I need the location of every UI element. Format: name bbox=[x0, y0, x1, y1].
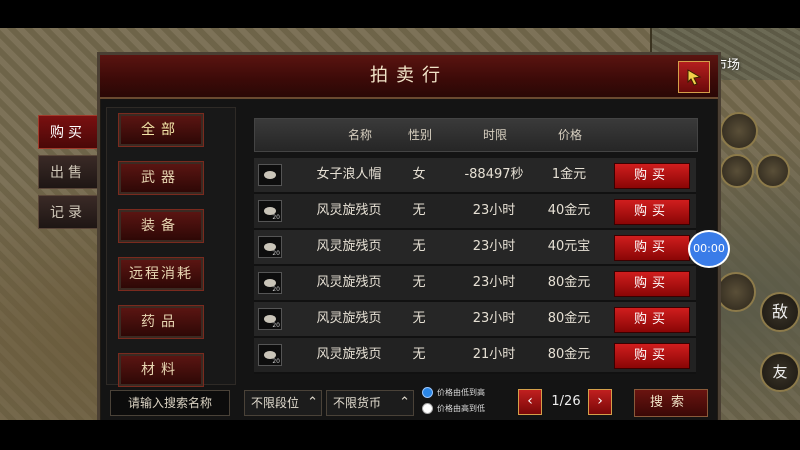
table-row: 20 风灵旋残页 无 23小时 40元宝 购买 bbox=[254, 230, 696, 266]
category-ranged-consumables[interactable]: 远程消耗 bbox=[118, 257, 204, 291]
table-header: 名称 性别 时限 价格 bbox=[254, 118, 698, 152]
item-gender: 无 bbox=[412, 203, 426, 218]
item-name: 风灵旋残页 bbox=[316, 239, 382, 254]
tab-sell[interactable]: 出售 bbox=[38, 155, 98, 189]
sort-price-ascending[interactable]: 价格由低到高 bbox=[422, 387, 485, 398]
item-icon[interactable] bbox=[258, 164, 282, 186]
table-row: 20 风灵旋残页 无 23小时 80金元 购买 bbox=[254, 266, 696, 302]
radio-selected-icon bbox=[422, 387, 433, 398]
item-gender: 无 bbox=[412, 239, 426, 254]
listing-table: 名称 性别 时限 价格 女子浪人帽女 -88497秒 1金元 购买 20 风灵旋残页无 23… bbox=[248, 115, 700, 377]
category-materials[interactable]: 材料 bbox=[118, 353, 204, 387]
table-row: 女子浪人帽 女 -88497秒 1金元 购买 bbox=[254, 158, 696, 194]
item-name: 风灵旋残页 bbox=[316, 203, 382, 218]
buy-button[interactable]: 购买 bbox=[614, 199, 690, 225]
buy-button[interactable]: 购买 bbox=[614, 271, 690, 297]
chevron-updown-icon: ⌃ bbox=[399, 395, 410, 410]
tab-buy[interactable]: 购买 bbox=[38, 115, 98, 149]
currency-filter-dropdown[interactable]: 不限货币 ⌃ bbox=[326, 390, 414, 416]
search-input[interactable] bbox=[110, 390, 230, 416]
item-quantity: 20 bbox=[272, 214, 280, 221]
close-icon bbox=[687, 69, 702, 86]
auction-house-panel: 拍卖行 全部 武器 装备 远程消耗 药品 材料 名称 性别 时限 价格 女子浪人… bbox=[97, 52, 721, 426]
sort-price-descending[interactable]: 价格由高到低 bbox=[422, 403, 485, 414]
letterbox-bottom bbox=[0, 420, 800, 450]
item-price: 40元宝 bbox=[547, 239, 591, 254]
table-row: 20 风灵旋残页 无 21小时 80金元 购买 bbox=[254, 338, 696, 374]
item-quantity: 20 bbox=[272, 358, 280, 365]
hat-icon bbox=[264, 171, 276, 179]
enemy-target-button[interactable]: 敌 bbox=[760, 292, 800, 332]
letterbox-top bbox=[0, 0, 800, 28]
table-row: 20 风灵旋残页 无 23小时 40金元 购买 bbox=[254, 194, 696, 230]
item-icon[interactable]: 20 bbox=[258, 272, 282, 294]
item-gender: 女 bbox=[412, 167, 426, 182]
item-name: 风灵旋残页 bbox=[316, 311, 382, 326]
item-gender: 无 bbox=[412, 311, 426, 326]
item-gender: 无 bbox=[412, 275, 426, 290]
item-quantity: 20 bbox=[272, 250, 280, 257]
item-gender: 无 bbox=[412, 347, 426, 362]
level-filter-label: 不限段位 bbox=[251, 396, 300, 410]
header-time-limit: 时限 bbox=[482, 128, 507, 142]
item-time-limit: -88497秒 bbox=[464, 167, 524, 182]
item-name: 女子浪人帽 bbox=[316, 167, 382, 182]
buy-button[interactable]: 购买 bbox=[614, 307, 690, 333]
item-name: 风灵旋残页 bbox=[316, 275, 382, 290]
category-weapons[interactable]: 武器 bbox=[118, 161, 204, 195]
item-time-limit: 23小时 bbox=[472, 203, 516, 218]
category-list: 全部 武器 装备 远程消耗 药品 材料 bbox=[106, 107, 236, 387]
skill-slot-icon[interactable] bbox=[720, 112, 758, 150]
item-price: 80金元 bbox=[547, 275, 591, 290]
panel-title: 拍卖行 bbox=[370, 65, 448, 86]
item-name: 风灵旋残页 bbox=[316, 347, 382, 362]
item-icon[interactable]: 20 bbox=[258, 344, 282, 366]
compass-icon[interactable] bbox=[756, 154, 790, 188]
item-time-limit: 23小时 bbox=[472, 311, 516, 326]
level-filter-dropdown[interactable]: 不限段位 ⌃ bbox=[244, 390, 322, 416]
item-price: 40金元 bbox=[547, 203, 591, 218]
action-button-icon[interactable] bbox=[716, 272, 756, 312]
buy-button[interactable]: 购买 bbox=[614, 343, 690, 369]
item-icon[interactable]: 20 bbox=[258, 308, 282, 330]
category-all[interactable]: 全部 bbox=[118, 113, 204, 147]
close-button[interactable] bbox=[678, 61, 710, 93]
chevron-updown-icon: ⌃ bbox=[307, 395, 318, 410]
recording-timer[interactable]: 00:00 bbox=[688, 230, 730, 268]
prev-page-button[interactable]: ‹ bbox=[518, 389, 542, 415]
page-indicator: 1/26 bbox=[551, 394, 581, 409]
buy-button[interactable]: 购买 bbox=[614, 235, 690, 261]
buy-button[interactable]: 购买 bbox=[614, 163, 690, 189]
header-name: 名称 bbox=[347, 128, 372, 142]
item-icon[interactable]: 20 bbox=[258, 200, 282, 222]
item-time-limit: 21小时 bbox=[472, 347, 516, 362]
sort-desc-label: 价格由高到低 bbox=[437, 404, 485, 413]
search-button[interactable]: 搜索 bbox=[634, 389, 708, 417]
item-time-limit: 23小时 bbox=[472, 239, 516, 254]
category-equipment[interactable]: 装备 bbox=[118, 209, 204, 243]
item-price: 1金元 bbox=[551, 167, 587, 182]
item-icon[interactable]: 20 bbox=[258, 236, 282, 258]
category-potions[interactable]: 药品 bbox=[118, 305, 204, 339]
item-price: 80金元 bbox=[547, 311, 591, 326]
search-bar: 不限段位 ⌃ 不限货币 ⌃ 价格由低到高 价格由高到低 ‹ 1/26 › 搜索 bbox=[100, 387, 718, 417]
friend-target-button[interactable]: 友 bbox=[760, 352, 800, 392]
item-time-limit: 23小时 bbox=[472, 275, 516, 290]
header-gender: 性别 bbox=[407, 128, 432, 142]
radio-unselected-icon bbox=[422, 403, 433, 414]
next-page-button[interactable]: › bbox=[588, 389, 612, 415]
currency-filter-label: 不限货币 bbox=[333, 396, 382, 410]
item-quantity: 20 bbox=[272, 322, 280, 329]
skill-slot-icon[interactable] bbox=[720, 154, 754, 188]
table-row: 20 风灵旋残页 无 23小时 80金元 购买 bbox=[254, 302, 696, 338]
item-price: 80金元 bbox=[547, 347, 591, 362]
tab-records[interactable]: 记录 bbox=[38, 195, 98, 229]
item-quantity: 20 bbox=[272, 286, 280, 293]
header-price: 价格 bbox=[557, 128, 582, 142]
sort-asc-label: 价格由低到高 bbox=[437, 388, 485, 397]
